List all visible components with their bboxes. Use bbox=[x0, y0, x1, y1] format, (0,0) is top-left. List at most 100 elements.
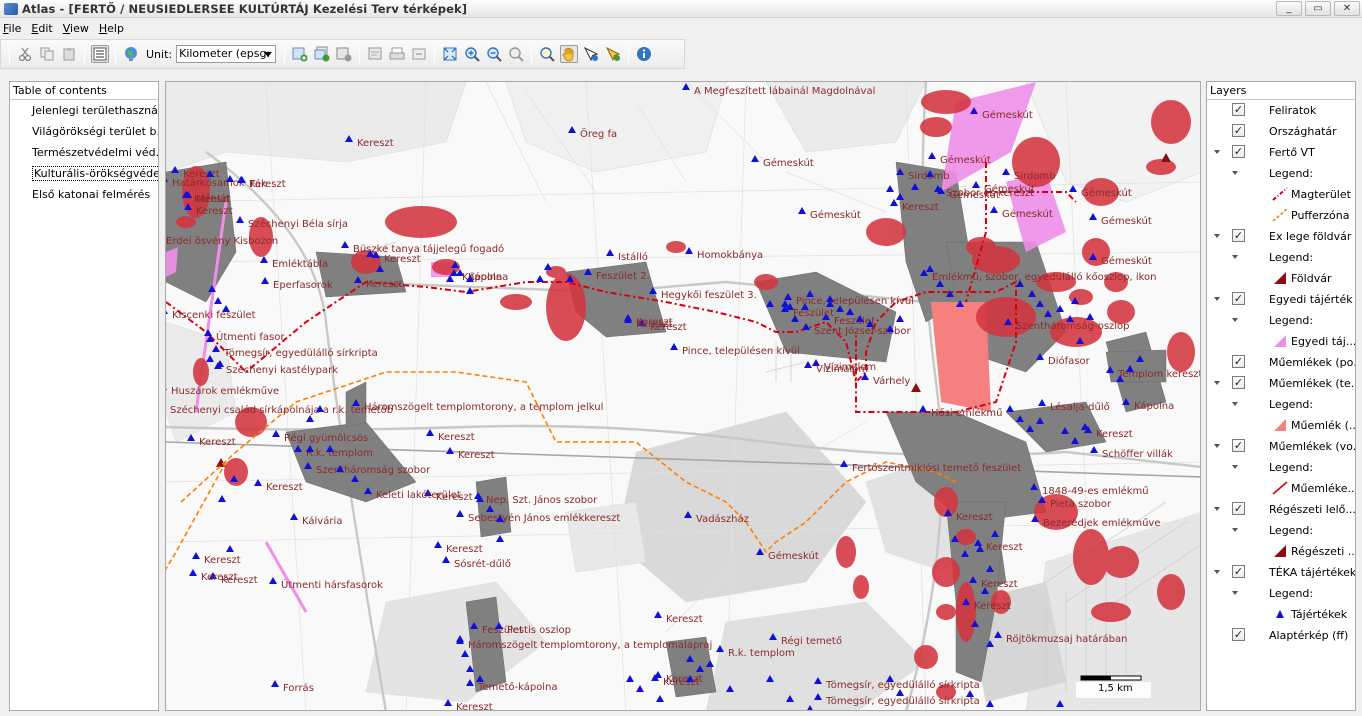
map-point-marker[interactable] bbox=[846, 308, 854, 315]
map-point-marker[interactable] bbox=[986, 640, 994, 647]
map-point-marker[interactable] bbox=[896, 193, 904, 200]
map-point-marker[interactable] bbox=[1006, 405, 1014, 412]
map-point-marker[interactable] bbox=[1044, 310, 1052, 317]
map-point-marker[interactable] bbox=[568, 126, 576, 133]
layer-checkbox[interactable]: ✓ bbox=[1232, 145, 1245, 158]
map-point-marker[interactable] bbox=[166, 307, 168, 314]
pan-hand-icon[interactable] bbox=[560, 45, 579, 63]
map-point-marker[interactable] bbox=[442, 556, 450, 563]
zoom-previous-icon[interactable] bbox=[507, 45, 525, 63]
map-point-marker[interactable] bbox=[269, 577, 277, 584]
expand-arrow-icon[interactable] bbox=[1214, 570, 1220, 574]
map-point-marker[interactable] bbox=[206, 335, 214, 342]
map-point-marker[interactable] bbox=[1036, 417, 1044, 424]
map-point-marker[interactable] bbox=[260, 256, 268, 263]
map-point-marker[interactable] bbox=[466, 679, 474, 686]
map-point-marker[interactable] bbox=[204, 329, 212, 336]
map-point-marker[interactable] bbox=[896, 168, 904, 175]
map-point-marker[interactable] bbox=[271, 680, 279, 687]
map-point-marker[interactable] bbox=[486, 505, 494, 512]
map-point-marker[interactable] bbox=[896, 315, 904, 322]
map-point-marker[interactable] bbox=[470, 622, 478, 629]
map-point-marker[interactable] bbox=[636, 685, 644, 692]
map-point-marker[interactable] bbox=[990, 206, 998, 213]
map-point-marker[interactable] bbox=[1036, 300, 1044, 307]
layer-checkbox[interactable]: ✓ bbox=[1232, 502, 1245, 515]
paste-icon[interactable] bbox=[60, 45, 78, 63]
map-point-marker[interactable] bbox=[1056, 700, 1064, 707]
layer-row[interactable]: ✓ Fertő VT bbox=[1207, 142, 1355, 163]
map-point-marker[interactable] bbox=[1136, 355, 1144, 362]
map-point-marker[interactable] bbox=[345, 135, 353, 142]
map-point-marker[interactable] bbox=[351, 475, 359, 482]
map-point-marker[interactable] bbox=[1028, 290, 1036, 297]
map-point-marker[interactable] bbox=[184, 203, 192, 210]
map-point-marker[interactable] bbox=[656, 695, 664, 702]
expand-arrow-icon[interactable] bbox=[1214, 234, 1220, 238]
map-point-marker[interactable] bbox=[961, 550, 969, 557]
map-point-marker[interactable] bbox=[364, 487, 372, 494]
map-point-marker[interactable] bbox=[946, 290, 954, 297]
map-point-marker[interactable] bbox=[236, 216, 244, 223]
map-point-marker[interactable] bbox=[566, 275, 574, 282]
map-point-marker[interactable] bbox=[456, 510, 464, 517]
map-point-marker[interactable] bbox=[976, 545, 984, 552]
toc-toggle-icon[interactable] bbox=[91, 45, 109, 63]
map-point-marker[interactable] bbox=[696, 665, 704, 672]
expand-arrow-icon[interactable] bbox=[1232, 255, 1238, 259]
layer-row[interactable]: ✓ Műemlékek (vo... bbox=[1207, 436, 1355, 457]
map-point-marker[interactable] bbox=[451, 261, 459, 268]
map-point-marker[interactable] bbox=[341, 241, 349, 248]
copy-icon[interactable] bbox=[38, 45, 56, 63]
map-point-marker[interactable] bbox=[991, 530, 999, 537]
map-point-marker[interactable] bbox=[584, 268, 592, 275]
expand-arrow-icon[interactable] bbox=[1232, 171, 1238, 175]
magnifier-icon[interactable] bbox=[538, 45, 556, 63]
map-point-marker[interactable] bbox=[261, 277, 269, 284]
map-point-marker[interactable] bbox=[426, 429, 434, 436]
map-point-marker[interactable] bbox=[290, 513, 298, 520]
map-point-marker[interactable] bbox=[886, 675, 894, 682]
map-point-marker[interactable] bbox=[446, 447, 454, 454]
map-point-marker[interactable] bbox=[476, 675, 484, 682]
add-layer-icon[interactable] bbox=[291, 45, 309, 63]
map-point-marker[interactable] bbox=[806, 290, 814, 297]
map-point-marker[interactable] bbox=[1086, 313, 1094, 320]
map-point-marker[interactable] bbox=[304, 462, 312, 469]
layer-checkbox[interactable]: ✓ bbox=[1232, 439, 1245, 452]
map-point-marker[interactable] bbox=[802, 323, 810, 330]
map-point-marker[interactable] bbox=[766, 300, 774, 307]
remove-layer-icon[interactable] bbox=[335, 45, 353, 63]
map-point-marker[interactable] bbox=[444, 699, 452, 706]
layer-row[interactable]: ✓ Ex lege földvár bbox=[1207, 226, 1355, 247]
export-icon[interactable] bbox=[410, 45, 428, 63]
map-point-marker[interactable] bbox=[716, 645, 724, 652]
map-point-marker[interactable] bbox=[928, 152, 936, 159]
map-canvas[interactable]: A Megfeszített lábainál Magdolnával Öreg … bbox=[165, 81, 1201, 711]
toc-item-selected[interactable]: Kulturális-örökségvédelem bbox=[10, 163, 158, 184]
map-point-marker[interactable] bbox=[272, 430, 280, 437]
map-point-marker[interactable] bbox=[230, 475, 238, 482]
map-point-marker[interactable] bbox=[1004, 318, 1012, 325]
map-point-marker[interactable] bbox=[544, 263, 552, 270]
map-point-marker[interactable] bbox=[1122, 398, 1130, 405]
layer-row[interactable]: ✓ Műemlékek (po... bbox=[1207, 352, 1355, 373]
map-point-marker[interactable] bbox=[208, 285, 216, 292]
layer-checkbox[interactable]: ✓ bbox=[1232, 229, 1245, 242]
map-point-marker[interactable] bbox=[1071, 297, 1079, 304]
map-point-marker[interactable] bbox=[972, 181, 980, 188]
map-point-marker[interactable] bbox=[536, 275, 544, 282]
map-point-marker[interactable] bbox=[434, 541, 442, 548]
map-point-marker[interactable] bbox=[654, 611, 662, 618]
map-point-marker[interactable] bbox=[354, 276, 362, 283]
map-point-marker[interactable] bbox=[784, 293, 792, 300]
layer-row[interactable]: ✓ Alaptérkép (ff) bbox=[1207, 625, 1355, 646]
map-point-marker[interactable] bbox=[986, 565, 994, 572]
map-point-marker[interactable] bbox=[966, 690, 974, 697]
map-point-marker[interactable] bbox=[686, 655, 694, 662]
layer-checkbox[interactable]: ✓ bbox=[1232, 565, 1245, 578]
layer-checkbox[interactable]: ✓ bbox=[1232, 376, 1245, 389]
map-point-marker[interactable] bbox=[446, 275, 454, 282]
map-point-marker[interactable] bbox=[756, 548, 764, 555]
menu-edit[interactable]: Edit bbox=[31, 22, 52, 35]
